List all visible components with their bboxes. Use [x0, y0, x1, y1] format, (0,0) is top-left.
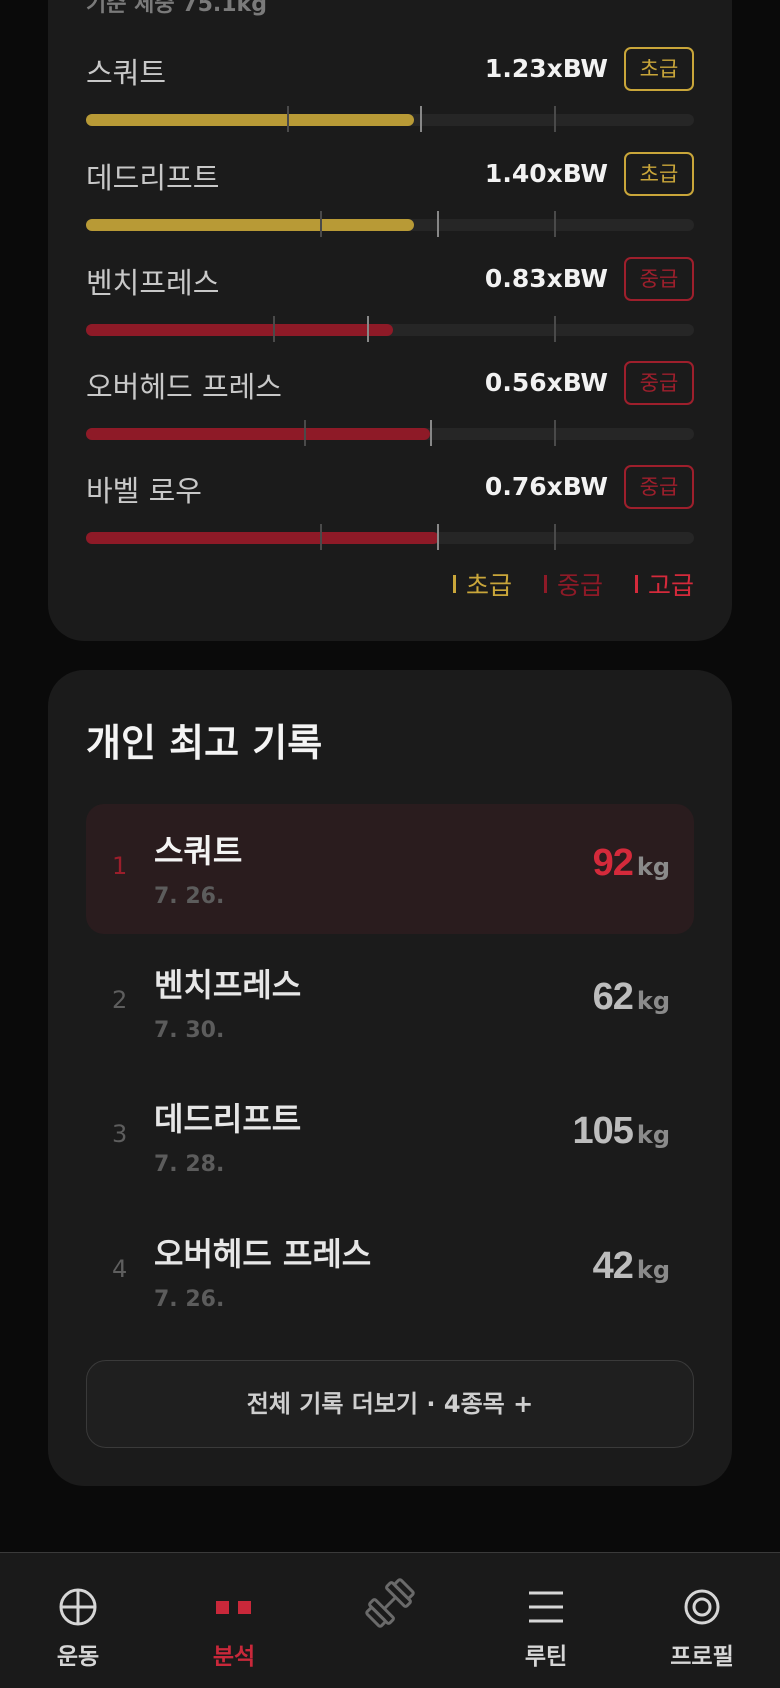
level-threshold-tick — [429, 420, 432, 446]
lift-name: 데드리프트 — [86, 161, 220, 195]
level-threshold-tick — [273, 316, 276, 342]
pr-exercise-name: 벤치프레스 — [154, 966, 302, 1004]
pr-value: 42 kg — [593, 1245, 670, 1288]
dumbbell-icon — [330, 1578, 450, 1628]
level-threshold-tick — [554, 316, 557, 342]
level-threshold-tick — [436, 524, 439, 550]
nav-routine[interactable]: 루틴 — [486, 1583, 606, 1671]
pr-unit: kg — [636, 853, 670, 881]
level-threshold-tick — [554, 524, 557, 550]
lift-name: 스쿼트 — [86, 56, 167, 90]
strength-progress-track — [86, 106, 694, 132]
pr-list-item[interactable]: 3 데드리프트 7. 28. 105 kg — [86, 1072, 694, 1202]
level-badge: 중급 — [624, 361, 694, 405]
pr-date: 7. 26. — [154, 884, 225, 909]
pr-list-item[interactable]: 4 오버헤드 프레스 7. 26. 42 kg — [86, 1207, 694, 1337]
level-threshold-tick — [554, 211, 557, 237]
level-threshold-tick — [320, 524, 323, 550]
pr-exercise-name: 데드리프트 — [154, 1100, 302, 1138]
nav-label: 운동 — [56, 1644, 100, 1670]
bottom-nav: 운동 분석 루틴 프로필 — [0, 1552, 780, 1688]
crosshair-circle-icon — [18, 1583, 138, 1631]
nav-label: 프로필 — [670, 1644, 734, 1670]
nav-start-workout[interactable] — [330, 1578, 450, 1633]
list-icon — [486, 1583, 606, 1631]
pr-unit: kg — [636, 1121, 670, 1149]
level-threshold-tick — [554, 420, 557, 446]
pr-value: 92 kg — [593, 842, 670, 885]
nav-workout[interactable]: 운동 — [18, 1583, 138, 1671]
lift-row: 데드리프트 1.40xBW 초급 — [86, 152, 694, 255]
strength-progress-fill — [86, 324, 394, 336]
level-badge: 초급 — [624, 47, 694, 91]
lift-row: 바벨 로우 0.76xBW 중급 — [86, 465, 694, 568]
strength-progress-fill — [86, 219, 415, 231]
lift-name: 오버헤드 프레스 — [86, 370, 282, 404]
strength-progress-fill — [86, 428, 430, 440]
bars-icon — [174, 1583, 294, 1631]
level-legend: 초급 중급 고급 — [452, 566, 694, 602]
pr-unit: kg — [636, 1256, 670, 1284]
level-threshold-tick — [420, 106, 423, 132]
pr-title: 개인 최고 기록 — [86, 721, 323, 765]
analysis-screen: 기준 체중 75.1kg 스쿼트 1.23xBW 초급 데드리프트 1.40xBW 초급 벤… — [0, 0, 780, 1688]
pr-rank: 1 — [112, 852, 128, 880]
target-icon — [642, 1583, 762, 1631]
level-threshold-tick — [286, 106, 289, 132]
legend-intermediate: 중급 — [543, 566, 603, 602]
pr-value: 105 kg — [572, 1110, 670, 1153]
strength-progress-track — [86, 211, 694, 237]
strength-progress-track — [86, 524, 694, 550]
pr-rank: 2 — [112, 986, 128, 1014]
nav-analysis[interactable]: 분석 — [174, 1583, 294, 1671]
level-badge: 중급 — [624, 465, 694, 509]
strength-progress-fill — [86, 532, 439, 544]
level-badge: 초급 — [624, 152, 694, 196]
pr-weight: 62 — [592, 976, 634, 1018]
level-threshold-tick — [366, 316, 369, 342]
nav-label: 루틴 — [524, 1644, 568, 1670]
strength-progress-fill — [86, 114, 415, 126]
strength-progress-track — [86, 420, 694, 446]
level-threshold-tick — [554, 106, 557, 132]
pr-unit: kg — [636, 987, 670, 1015]
lift-row: 오버헤드 프레스 0.56xBW 중급 — [86, 361, 694, 464]
lift-ratio: 0.83xBW — [484, 264, 608, 293]
pr-list-item[interactable]: 2 벤치프레스 7. 30. 62 kg — [86, 938, 694, 1068]
pr-weight: 105 — [572, 1110, 633, 1152]
legend-beginner: 초급 — [452, 566, 512, 602]
lift-name: 벤치프레스 — [86, 266, 220, 300]
lift-name: 바벨 로우 — [86, 474, 202, 508]
pr-exercise-name: 스쿼트 — [154, 832, 243, 870]
pr-weight: 42 — [592, 1245, 634, 1287]
lift-ratio: 1.23xBW — [484, 54, 608, 83]
level-threshold-tick — [303, 420, 306, 446]
lift-ratio: 0.76xBW — [484, 472, 608, 501]
level-badge: 중급 — [624, 257, 694, 301]
pr-weight: 92 — [592, 842, 634, 884]
level-threshold-tick — [436, 211, 439, 237]
level-threshold-tick — [320, 211, 323, 237]
pr-date: 7. 26. — [154, 1287, 225, 1312]
lift-ratio: 0.56xBW — [484, 368, 608, 397]
pr-date: 7. 28. — [154, 1152, 225, 1177]
pr-rank: 4 — [112, 1255, 128, 1283]
lift-row: 스쿼트 1.23xBW 초급 — [86, 47, 694, 150]
lift-ratio: 1.40xBW — [484, 159, 608, 188]
pr-rank: 3 — [112, 1120, 128, 1148]
bodyweight-caption: 기준 체중 75.1kg — [86, 0, 267, 17]
pr-list-item[interactable]: 1 스쿼트 7. 26. 92 kg — [86, 804, 694, 934]
legend-advanced: 고급 — [634, 566, 694, 602]
nav-label: 분석 — [212, 1644, 256, 1670]
pr-date: 7. 30. — [154, 1018, 225, 1043]
nav-profile[interactable]: 프로필 — [642, 1583, 762, 1671]
strength-progress-track — [86, 316, 694, 342]
pr-exercise-name: 오버헤드 프레스 — [154, 1235, 372, 1273]
lift-row: 벤치프레스 0.83xBW 중급 — [86, 257, 694, 360]
pr-value: 62 kg — [593, 976, 670, 1019]
view-all-records-button[interactable]: 전체 기록 더보기 · 4종목 + — [86, 1360, 694, 1448]
